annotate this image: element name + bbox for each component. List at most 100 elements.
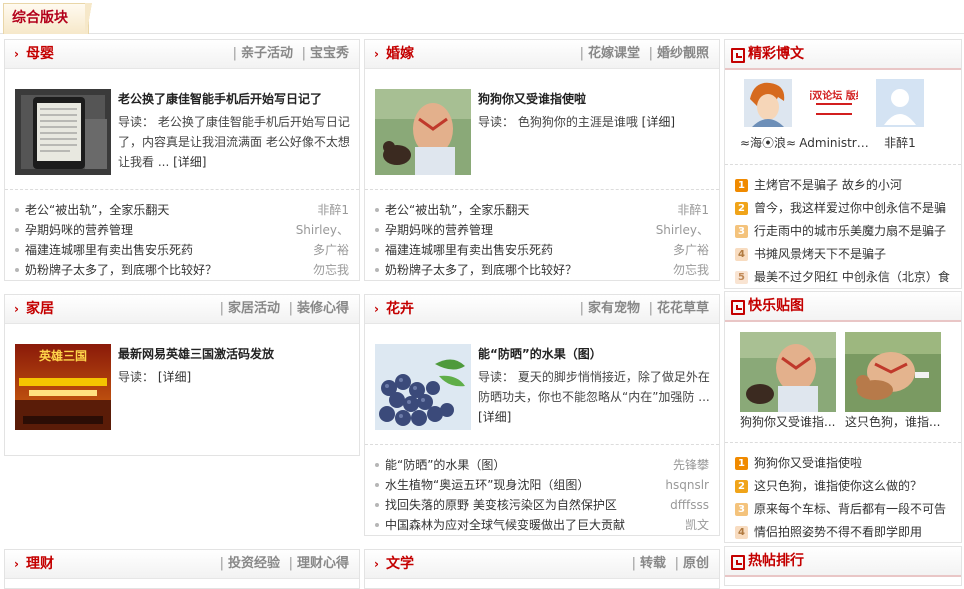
feature-image[interactable]: 英雄三国 (15, 344, 111, 430)
link-decor-tips[interactable]: 装修心得 (297, 301, 349, 316)
link-pets[interactable]: 家有宠物 (588, 301, 640, 316)
rank-item[interactable]: 2 这只色狗，谁指使你这么做的？ (735, 475, 953, 498)
more-link[interactable]: [详细] (173, 155, 206, 169)
rank-number: 4 (735, 526, 748, 539)
panel-header: › 母婴 | 亲子活动 | 宝宝秀 (5, 40, 359, 69)
rank-number: 5 (735, 271, 748, 284)
svg-text:西双论坛 版纳: 西双论坛 版纳 (810, 89, 858, 102)
panel-title[interactable]: 理财 (26, 555, 54, 573)
list-item[interactable]: 中国森林为应对全球气候变暖做出了巨大贡献 凯文 (375, 515, 709, 535)
divider (725, 442, 961, 443)
list-item[interactable]: 水生植物“奥运五环”现身沈阳（组图） hsqnslr (375, 475, 709, 495)
feature-image[interactable] (375, 89, 471, 175)
list-item[interactable]: 奶粉牌子太多了，到底哪个比较好？ 勿忘我 (375, 260, 709, 280)
arrow-icon: › (14, 557, 19, 571)
tab-comprehensive-sections[interactable]: 综合版块 (3, 3, 95, 34)
arrow-icon: › (14, 302, 19, 316)
feature-title[interactable]: 最新网易英雄三国激活码发放 (118, 346, 274, 362)
link-original[interactable]: 原创 (683, 556, 709, 571)
panel-hot: 热帖排行 (724, 546, 962, 586)
rank-item[interactable]: 4 书摊风景烤天下不是骗子 (735, 243, 953, 266)
rank-number: 4 (735, 248, 748, 261)
panel-header: 热帖排行 (725, 547, 961, 577)
photo-thumb[interactable] (845, 332, 941, 412)
list-item[interactable]: 能“防晒”的水果（图） 先锋攀 (375, 455, 709, 475)
link-home-activity[interactable]: 家居活动 (228, 301, 280, 316)
panel-title[interactable]: 母婴 (26, 45, 54, 63)
panel-title[interactable]: 婚嫁 (386, 45, 414, 63)
link-wedding-photos[interactable]: 婚纱靓照 (657, 46, 709, 61)
more-link[interactable]: [详细] (642, 115, 675, 129)
more-link[interactable]: [详细] (158, 370, 191, 384)
panel-links: | 投资经验 | 理财心得 (219, 556, 349, 571)
link-invest-exp[interactable]: 投资经验 (228, 556, 280, 571)
hot-icon (731, 555, 745, 570)
photo-caption[interactable]: 狗狗你又受谁指... (740, 414, 840, 430)
list-item[interactable]: 找回失落的原野 美变核污染区为自然保护区 dfffsss (375, 495, 709, 515)
panel-title[interactable]: 快乐贴图 (748, 297, 804, 315)
rank-item[interactable]: 4 情侣拍照姿势不得不看即学即用 (735, 521, 953, 544)
panel-title[interactable]: 热帖排行 (748, 552, 804, 570)
panel-header: › 花卉 | 家有宠物 | 花花草草 (365, 295, 719, 324)
link-bride-class[interactable]: 花嫁课堂 (588, 46, 640, 61)
feature-image[interactable] (375, 344, 471, 430)
rank-number: 1 (735, 179, 748, 192)
feature-title[interactable]: 狗狗你又受谁指使啦 (478, 91, 586, 107)
rank-number: 2 (735, 480, 748, 493)
list-item[interactable]: 奶粉牌子太多了，到底哪个比较好？ 勿忘我 (15, 260, 349, 280)
link-repost[interactable]: 转载 (640, 556, 666, 571)
panel-title[interactable]: 精彩博文 (748, 45, 804, 63)
rank-item[interactable]: 1 主烤官不是骗子 故乡的小河 (735, 174, 953, 197)
avatar[interactable]: 西双论坛 版纳 (810, 79, 858, 127)
panel-title[interactable]: 文学 (386, 555, 414, 573)
panel-links: | 转载 | 原创 (631, 556, 709, 571)
photo-thumb[interactable] (740, 332, 836, 412)
list-item[interactable]: 老公“被出轨”，全家乐翻天 非醉1 (15, 200, 349, 220)
feature-desc: 导读： [详细] (118, 370, 192, 384)
rank-number: 1 (735, 457, 748, 470)
panel-header: › 家居 | 家居活动 | 装修心得 (5, 295, 359, 324)
list-item[interactable]: 福建连城哪里有卖出售安乐死药 多广裕 (15, 240, 349, 260)
rank-item[interactable]: 3 原来每个车标、背后都有一段不可告 (735, 498, 953, 521)
list-item[interactable]: 孕期妈咪的营养管理 Shirley、 (375, 220, 709, 240)
panel-links: | 家有宠物 | 花花草草 (579, 301, 709, 316)
photo-caption[interactable]: 这只色狗，谁指... (845, 414, 945, 430)
rank-item[interactable]: 1 狗狗你又受谁指使啦 (735, 452, 953, 475)
article-icon (731, 48, 745, 63)
rank-item[interactable]: 2 曾今，我这样爱过你中创永信不是骗 (735, 197, 953, 220)
link-finance-tips[interactable]: 理财心得 (297, 556, 349, 571)
rank-item[interactable]: 5 最美不过夕阳红 中创永信（北京）食 (735, 266, 953, 289)
svg-text:英雄三国: 英雄三国 (39, 348, 87, 363)
list-item[interactable]: 孕期妈咪的营养管理 Shirley、 (15, 220, 349, 240)
feature-desc: 导读： 夏天的脚步悄悄接近，除了做足外在防晒功夫，你也不能忽略从“内在”加强防 … (478, 370, 710, 424)
link-parent-child[interactable]: 亲子活动 (241, 46, 293, 61)
feature-title[interactable]: 老公换了康佳智能手机后开始写日记了 (118, 91, 322, 107)
panel-hunjia: › 婚嫁 | 花嫁课堂 | 婚纱靓照 狗狗你又受谁指使啦 导读： 色狗狗你的主涯是谁… (364, 39, 720, 281)
panel-blog: 精彩博文 西双论坛 版纳 ≈海⦿浪≈ Administr… 非醉1 1主烤官不是… (724, 39, 962, 289)
arrow-icon: › (14, 47, 19, 61)
avatar[interactable] (744, 79, 792, 127)
panel-muying: › 母婴 | 亲子活动 | 宝宝秀 老公换了康佳智能手机后开始写日记了 导读： 老公… (4, 39, 360, 281)
panel-title[interactable]: 花卉 (386, 300, 414, 318)
panel-header: 精彩博文 (725, 40, 961, 70)
link-plants[interactable]: 花花草草 (657, 301, 709, 316)
tab-label: 综合版块 (12, 10, 68, 26)
list-item[interactable]: 福建连城哪里有卖出售安乐死药 多广裕 (375, 240, 709, 260)
feature-image[interactable] (15, 89, 111, 175)
avatar[interactable] (876, 79, 924, 127)
panel-jiaju: › 家居 | 家居活动 | 装修心得 英雄三国 最新网易英雄三国激活码发放 导读： … (4, 294, 360, 456)
panel-links: | 花嫁课堂 | 婚纱靓照 (579, 46, 709, 61)
divider (725, 164, 961, 165)
panel-photos: 快乐贴图 狗狗你又受谁指... 这只色狗，谁指... 1 狗狗你又受谁指使啦 2这… (724, 291, 962, 543)
panel-title[interactable]: 家居 (26, 300, 54, 318)
post-list: 老公“被出轨”，全家乐翻天 非醉1 孕期妈咪的营养管理 Shirley、 福建连城哪… (375, 200, 709, 280)
feature-title[interactable]: 能“防晒”的水果（图） (478, 346, 602, 362)
more-link[interactable]: [详细] (478, 410, 511, 424)
post-list: 老公“被出轨”，全家乐翻天 非醉1 孕期妈咪的营养管理 Shirley、 福建连城哪… (15, 200, 349, 280)
panel-links: | 家居活动 | 装修心得 (219, 301, 349, 316)
list-item[interactable]: 老公“被出轨”，全家乐翻天 非醉1 (375, 200, 709, 220)
avatar-name[interactable]: 非醉1 (855, 135, 945, 151)
rank-item[interactable]: 3 行走雨中的城市乐美魔力扇不是骗子 (735, 220, 953, 243)
link-baby-show[interactable]: 宝宝秀 (310, 46, 349, 61)
divider (365, 444, 719, 445)
